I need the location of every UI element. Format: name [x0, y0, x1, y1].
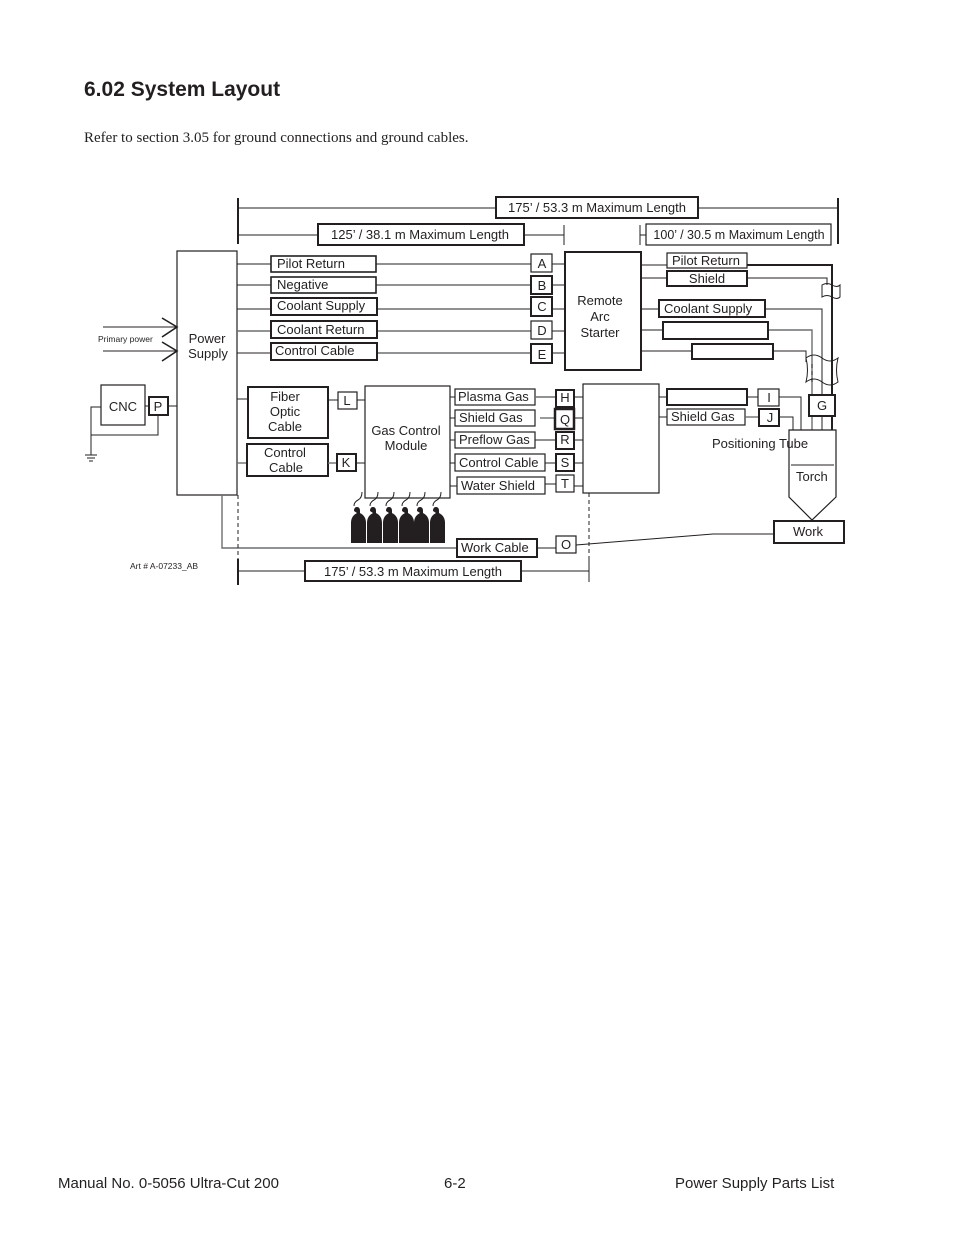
connector-d: D: [537, 323, 546, 338]
connector-g: G: [808, 394, 836, 417]
connector-s: S: [561, 455, 570, 470]
positioning-tube-label: Positioning Tube: [712, 436, 808, 451]
gas-cylinder-icon: [414, 491, 429, 543]
cable-label: Shield Gas: [671, 409, 735, 424]
primary-power-input: Primary power: [98, 317, 179, 362]
gas-cylinder-icon: [351, 491, 366, 543]
connector-q: Q: [560, 412, 570, 427]
gcm-cables: Plasma Gas H Shield Gas Q Preflow Gas R …: [450, 388, 583, 495]
connector-h: H: [560, 390, 569, 405]
connector-p: P: [154, 399, 163, 414]
power-supply-label-1: Power: [189, 331, 227, 346]
connector-e: E: [538, 347, 547, 362]
work-cable: Work Cable O: [221, 495, 774, 558]
fiber-optic-cable: Fiber Optic Cable L: [237, 386, 365, 439]
work-cable-label: Work Cable: [461, 540, 529, 555]
power-supply-label-2: Supply: [188, 346, 228, 361]
connector-o: O: [561, 537, 571, 552]
cable-label: Coolant Supply: [277, 298, 366, 313]
connector-i: I: [767, 390, 771, 405]
cable-label: Water Shield: [461, 478, 535, 493]
cable-label: Shield: [689, 271, 725, 286]
svg-text:Cable: Cable: [268, 419, 302, 434]
dimension-label: 175’ / 53.3 m Maximum Length: [324, 564, 502, 579]
cable-label: Preflow Gas: [459, 432, 530, 447]
svg-text:Control: Control: [264, 445, 306, 460]
svg-text:Fiber: Fiber: [270, 389, 300, 404]
svg-text:Module: Module: [385, 438, 428, 453]
connector-l: L: [343, 393, 350, 408]
gas-cylinder-icon: [430, 491, 445, 543]
cable-label: Shield Gas: [459, 410, 523, 425]
gas-control-module: Gas Control Module: [364, 385, 451, 499]
system-layout-diagram: 175’ / 53.3 m Maximum Length 125’ / 38.1…: [85, 196, 845, 585]
dimension-label: 100’ / 30.5 m Maximum Length: [653, 228, 824, 242]
cable-label: Pilot Return: [672, 253, 740, 268]
ps-to-ras-cables: Pilot Return A Negative B Coolant Supply…: [237, 253, 565, 364]
dimension-label: 125’ / 38.1 m Maximum Length: [331, 227, 509, 242]
art-number: Art # A-07233_AB: [130, 561, 198, 571]
cable-label: Coolant Supply: [664, 301, 753, 316]
cable-label: Control Cable: [275, 343, 355, 358]
footer-section: Power Supply Parts List: [675, 1175, 835, 1192]
gas-cylinder-icon: [399, 491, 414, 543]
connector-a: A: [538, 256, 547, 271]
connector-c: C: [537, 299, 546, 314]
svg-text:Optic: Optic: [270, 404, 301, 419]
dimension-label: 175’ / 53.3 m Maximum Length: [508, 200, 686, 215]
torch-gas-cables: I Shield Gas J: [659, 388, 802, 430]
footer-page-number: 6-2: [444, 1175, 466, 1192]
cable-label: Plasma Gas: [458, 389, 529, 404]
gas-cylinder-icon: [367, 491, 382, 543]
dimension-bottom-overall: 175’ / 53.3 m Maximum Length: [237, 559, 590, 585]
cable-label: Coolant Return: [277, 322, 364, 337]
remote-arc-starter: Remote Arc Starter: [564, 251, 642, 371]
torch: Positioning Tube Torch: [712, 429, 837, 521]
svg-text:CNC: CNC: [109, 399, 137, 414]
cnc: CNC P: [90, 384, 177, 455]
svg-text:G: G: [817, 398, 827, 413]
control-cable-gcm: Control Cable K: [237, 443, 365, 477]
dimension-ps-to-ras: 125’ / 38.1 m Maximum Length: [238, 223, 565, 246]
connector-j: J: [767, 410, 774, 425]
gas-cylinders: [351, 491, 445, 543]
primary-power-label: Primary power: [98, 334, 153, 344]
svg-text:Cable: Cable: [269, 460, 303, 475]
svg-text:Gas Control: Gas Control: [371, 423, 440, 438]
work: Work: [773, 520, 845, 544]
connector-k: K: [342, 455, 351, 470]
gas-cylinder-icon: [383, 491, 398, 543]
cable-label: Pilot Return: [277, 256, 345, 271]
svg-text:Arc: Arc: [590, 309, 610, 324]
svg-text:Work: Work: [793, 524, 824, 539]
power-supply: Power Supply: [176, 250, 238, 496]
dimension-ras-to-torch: 100’ / 30.5 m Maximum Length: [639, 223, 832, 246]
torch-label: Torch: [796, 469, 828, 484]
ground-icon: [85, 454, 97, 462]
connector-t: T: [561, 476, 569, 491]
svg-text:Starter: Starter: [580, 325, 620, 340]
footer-manual-number: Manual No. 0-5056 Ultra-Cut 200: [58, 1175, 279, 1192]
connector-b: B: [538, 278, 547, 293]
cable-label: Control Cable: [459, 455, 539, 470]
cable-label: Negative: [277, 277, 328, 292]
gas-box-torch-side: [582, 383, 660, 494]
connector-r: R: [560, 432, 569, 447]
svg-text:Remote: Remote: [577, 293, 623, 308]
